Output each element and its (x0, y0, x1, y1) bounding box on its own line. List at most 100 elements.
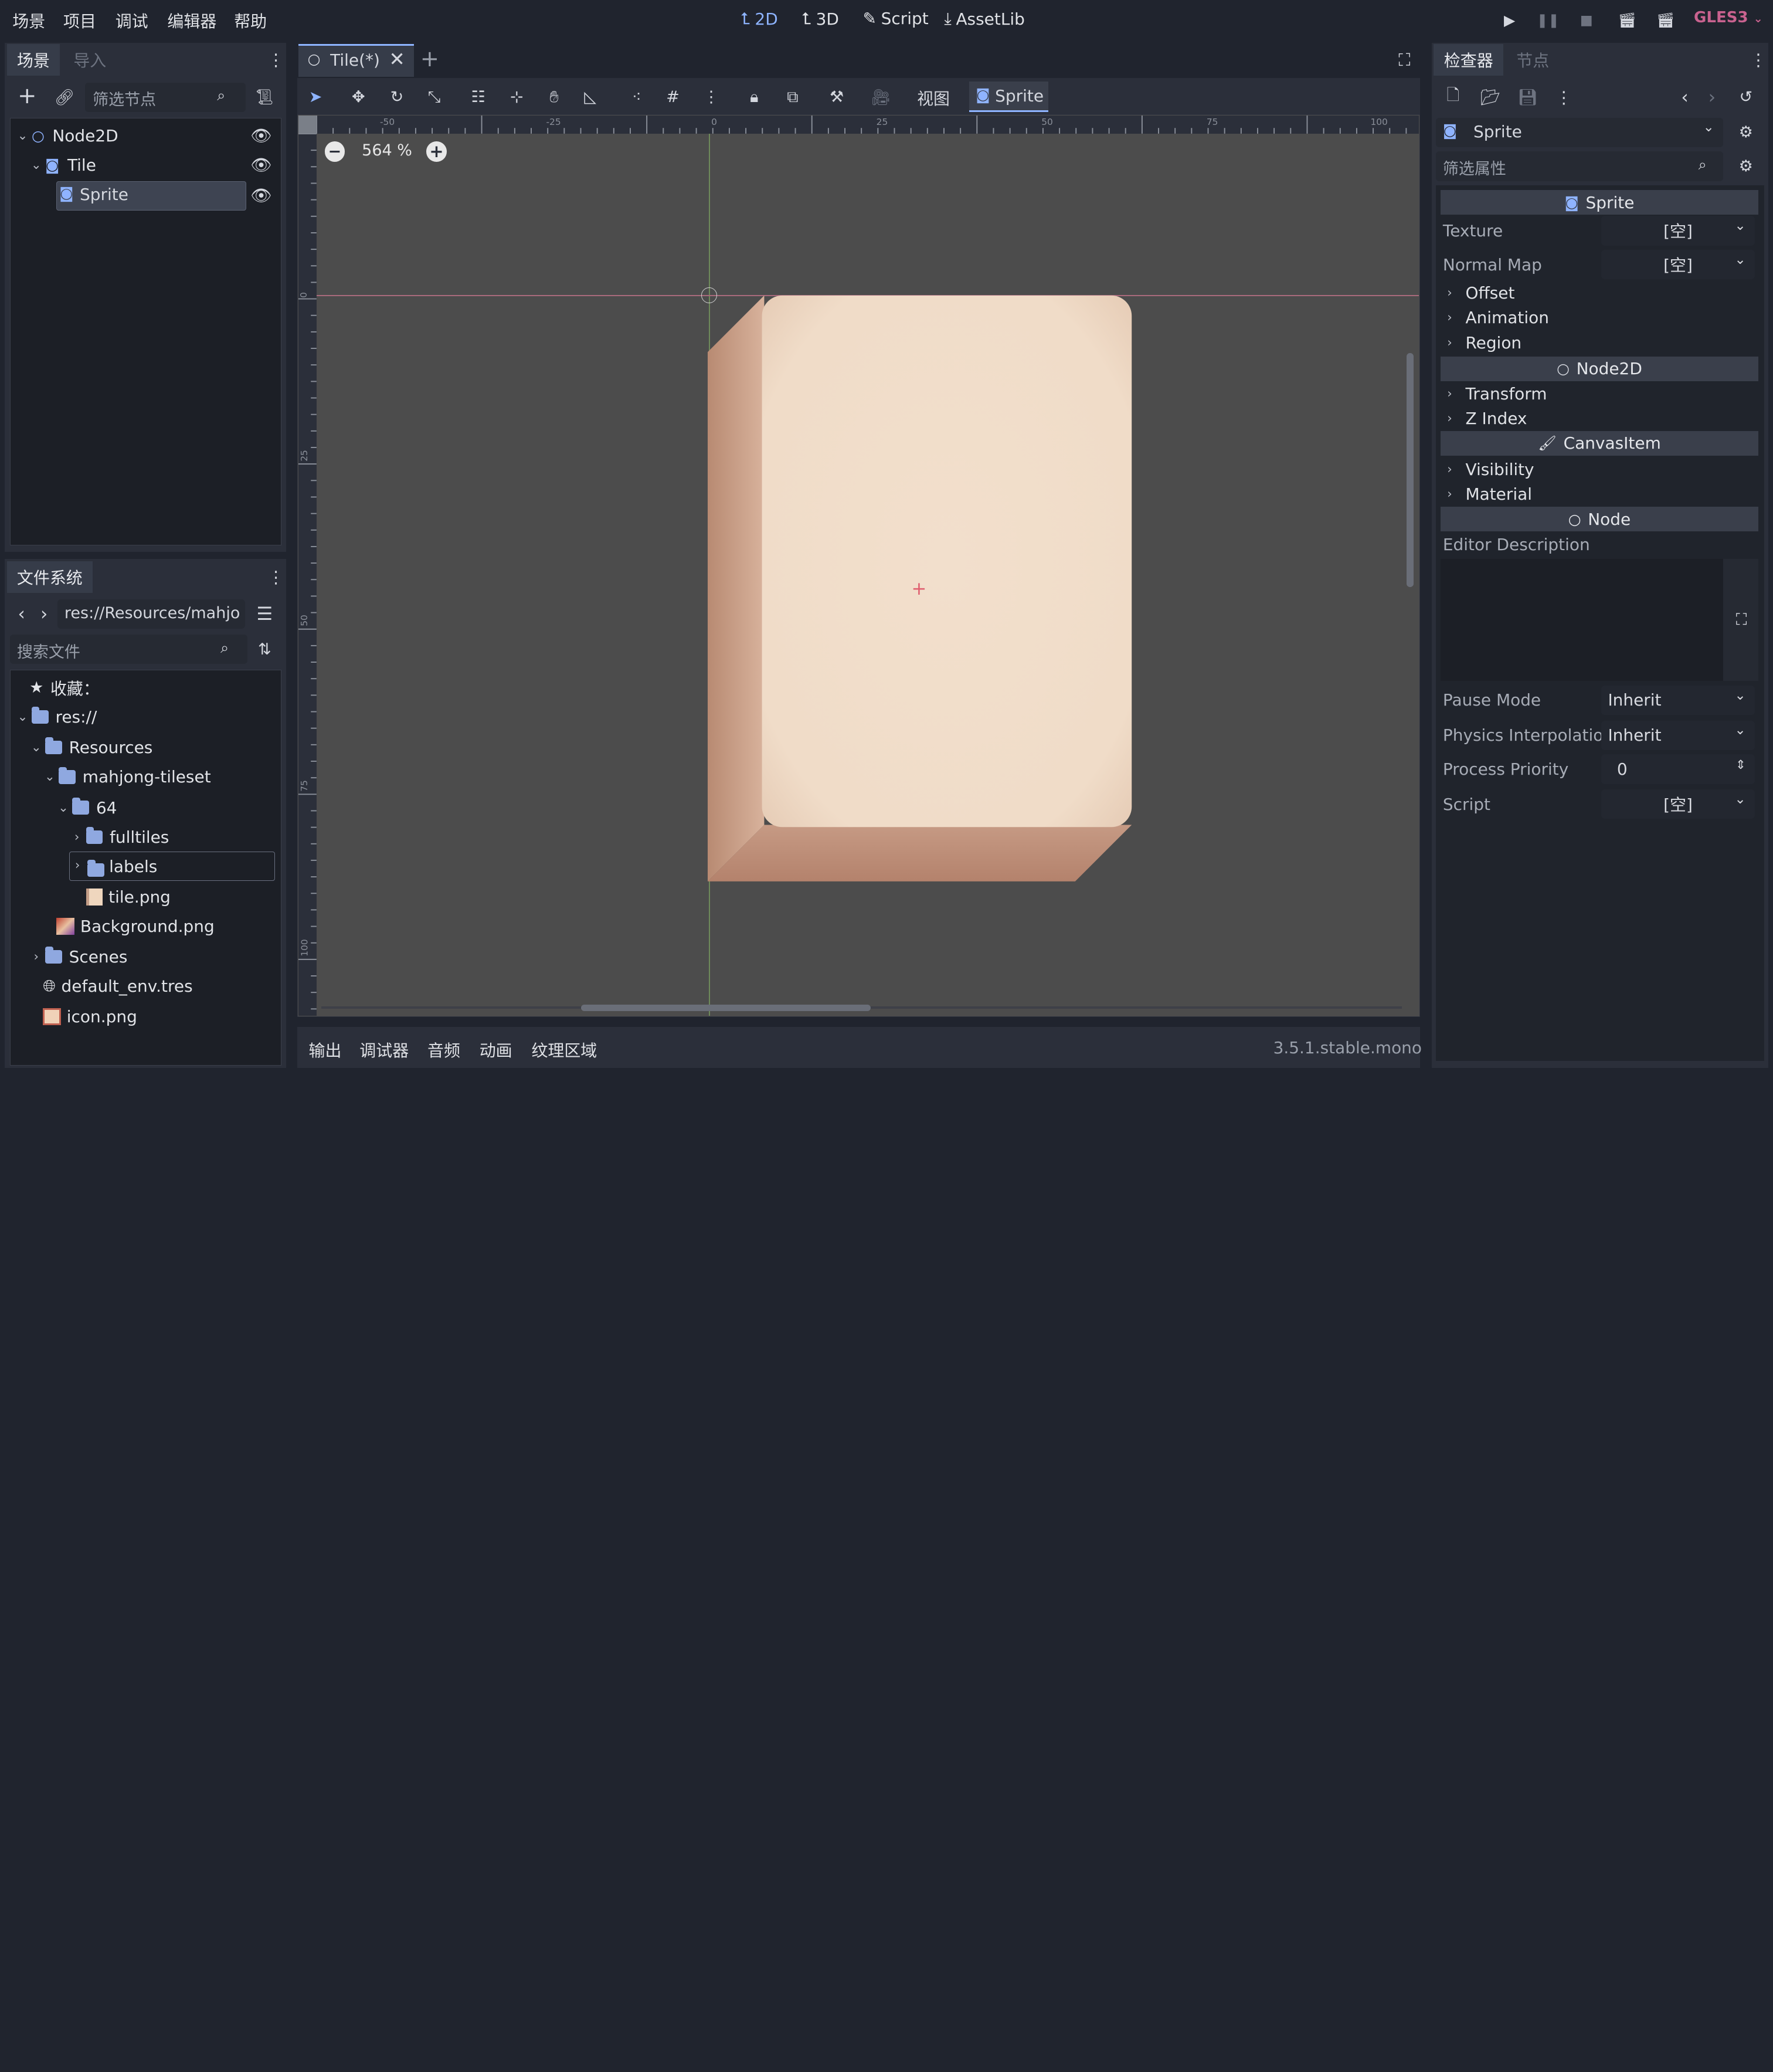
group-animation[interactable]: › Animation (1443, 306, 1549, 330)
property-options-icon[interactable]: ⚙ (1734, 155, 1757, 178)
file-item-default-env[interactable]: 🌐︎ default_env.tres (43, 972, 192, 1001)
renderer-select[interactable]: GLES3 ⌄ (1694, 9, 1763, 26)
main-tab-script[interactable]: ✎ Script (863, 9, 929, 28)
list-select-icon[interactable]: ☷ (466, 86, 491, 109)
file-item-fulltiles[interactable]: › fulltiles (70, 822, 169, 852)
pause-mode-select[interactable]: Inherit ⌄ (1601, 685, 1755, 715)
tab-node[interactable]: 节点 (1506, 44, 1560, 76)
smart-snap-icon[interactable]: ⁖ (624, 86, 649, 109)
filter-nodes-input[interactable]: 筛选节点 ⌕ (84, 82, 246, 112)
file-item-64[interactable]: ⌄ 64 (56, 793, 117, 822)
object-selector[interactable]: ◙ Sprite ⌄ (1436, 117, 1724, 147)
sort-icon[interactable]: ⇅ (253, 638, 276, 661)
tab-scene[interactable]: 场景 (6, 44, 60, 76)
zoom-out-icon[interactable]: − (324, 141, 345, 162)
bottom-tab-output[interactable]: 输出 (309, 1038, 342, 1062)
path-field[interactable]: res://Resources/mahjo (57, 599, 246, 629)
distraction-free-icon[interactable]: ⛶ (1393, 49, 1416, 72)
ruler-tool-icon[interactable]: ◺ (578, 86, 603, 109)
play-custom-scene-icon[interactable]: 🎬︎ (1655, 10, 1676, 30)
select-tool-icon[interactable]: ➤ (303, 86, 328, 109)
zoom-in-icon[interactable]: + (426, 141, 447, 162)
inspector-menu-icon[interactable]: ⋮ (1750, 49, 1767, 72)
menu-project[interactable]: 项目 (63, 9, 96, 32)
attach-script-icon[interactable]: 📜︎ (253, 86, 276, 109)
load-resource-icon[interactable]: 📂︎ (1479, 86, 1502, 109)
object-properties-icon[interactable]: ⚙ (1734, 121, 1757, 144)
history-icon[interactable]: ↺ (1734, 86, 1757, 109)
editor-description-textarea[interactable] (1441, 558, 1724, 681)
pivot-tool-icon[interactable]: ⊹ (504, 86, 529, 109)
group-region[interactable]: › Region (1443, 330, 1521, 355)
section-sprite[interactable]: ◙ Sprite (1441, 190, 1758, 215)
history-forward-icon[interactable]: › (1703, 86, 1721, 109)
section-node2d[interactable]: ○ Node2D (1441, 356, 1758, 381)
split-mode-icon[interactable]: ☰ (253, 603, 276, 626)
sprite-menu[interactable]: ◙ Sprite (969, 81, 1048, 112)
tree-node-tile[interactable]: ⌄ ◙ Tile (29, 151, 96, 180)
physics-interpolation-select[interactable]: Inherit ⌄ (1601, 720, 1755, 750)
filter-properties-input[interactable]: 筛选属性 ⌕ (1436, 151, 1724, 181)
search-files-input[interactable]: 搜索文件 ⌕ (10, 634, 248, 664)
save-resource-icon[interactable]: 💾︎ (1516, 86, 1539, 109)
visibility-eye-icon[interactable]: 👁︎ (250, 185, 272, 206)
tab-import[interactable]: 导入 (63, 44, 117, 76)
process-priority-spinbox[interactable]: 0 ⇕ (1601, 754, 1755, 784)
scene-tab-tile[interactable]: ○ Tile(*) ✕ (298, 44, 414, 77)
main-tab-2d[interactable]: ⮤ 2D (741, 9, 778, 29)
visibility-eye-icon[interactable]: 👁︎ (250, 155, 272, 175)
group-z-index[interactable]: › Z Index (1443, 406, 1527, 430)
bottom-tab-animation[interactable]: 动画 (480, 1038, 512, 1062)
bottom-tab-audio[interactable]: 音频 (427, 1038, 460, 1062)
vertical-scrollbar[interactable] (1407, 352, 1414, 587)
instance-scene-icon[interactable]: 🔗︎ (53, 86, 76, 109)
add-node-icon[interactable]: + (16, 83, 39, 109)
group-transform[interactable]: › Transform (1443, 381, 1547, 406)
new-resource-icon[interactable]: 🗋︎ (1442, 86, 1465, 109)
lock-icon[interactable]: 🔒︎ (742, 86, 766, 109)
menu-scene[interactable]: 场景 (12, 9, 45, 32)
normal-map-value[interactable]: [空] ⌄ (1601, 250, 1755, 280)
history-back-icon[interactable]: ‹ (1676, 86, 1694, 109)
bottom-tab-debugger[interactable]: 调试器 (359, 1038, 409, 1062)
grid-snap-icon[interactable]: # (660, 86, 685, 109)
snap-options-icon[interactable]: ⋮ (699, 86, 724, 109)
menu-help[interactable]: 帮助 (234, 9, 267, 32)
file-item-labels[interactable]: › labels (69, 852, 275, 881)
view-menu[interactable]: 视图 (917, 86, 950, 110)
section-canvasitem[interactable]: 🖌︎ CanvasItem (1441, 430, 1758, 456)
file-item-tile-png[interactable]: tile.png (86, 882, 171, 911)
pause-icon[interactable]: ❚❚ (1537, 10, 1560, 30)
favorites-row[interactable]: ★ 收藏： (29, 673, 100, 703)
main-tab-3d[interactable]: ⮤ 3D (801, 9, 839, 29)
section-node[interactable]: ○ Node (1441, 507, 1758, 532)
tree-node-node2d[interactable]: ⌄ ○ Node2D (16, 121, 118, 150)
play-icon[interactable]: ▶ (1499, 10, 1520, 30)
more-icon[interactable]: ⋮ (1555, 86, 1572, 109)
texture-value[interactable]: [空] ⌄ (1601, 216, 1755, 246)
file-item-mahjong-tileset[interactable]: ⌄ mahjong-tileset (43, 762, 211, 792)
move-tool-icon[interactable]: ✥ (346, 86, 371, 109)
file-item-background-png[interactable]: Background.png (56, 911, 215, 941)
play-scene-icon[interactable]: 🎬︎ (1617, 10, 1638, 30)
main-tab-assetlib[interactable]: ⤓ AssetLib (944, 9, 1025, 29)
tab-inspector[interactable]: 检查器 (1434, 44, 1504, 76)
forward-icon[interactable]: › (36, 603, 52, 626)
skeleton-icon[interactable]: ⚒ (824, 86, 849, 109)
group-visibility[interactable]: › Visibility (1443, 457, 1534, 481)
bottom-tab-texture-region[interactable]: 纹理区域 (531, 1038, 597, 1062)
camera-override-icon[interactable]: 🎥︎ (868, 86, 893, 109)
group-material[interactable]: › Material (1443, 482, 1532, 507)
scene-dock-menu-icon[interactable]: ⋮ (267, 49, 284, 72)
group-icon[interactable]: ⧉ (780, 86, 805, 109)
back-icon[interactable]: ‹ (13, 603, 29, 626)
close-icon[interactable]: ✕ (389, 48, 405, 70)
tree-node-sprite[interactable]: ◙ Sprite (56, 181, 247, 211)
horizontal-scrollbar[interactable] (581, 1004, 871, 1012)
pan-tool-icon[interactable]: ✋︎ (542, 86, 566, 109)
filesystem-menu-icon[interactable]: ⋮ (267, 565, 284, 588)
file-item-scenes[interactable]: › Scenes (29, 942, 127, 972)
add-scene-tab-icon[interactable]: + (419, 46, 441, 72)
visibility-eye-icon[interactable]: 👁︎ (250, 126, 272, 146)
rotate-tool-icon[interactable]: ↻ (385, 86, 409, 109)
